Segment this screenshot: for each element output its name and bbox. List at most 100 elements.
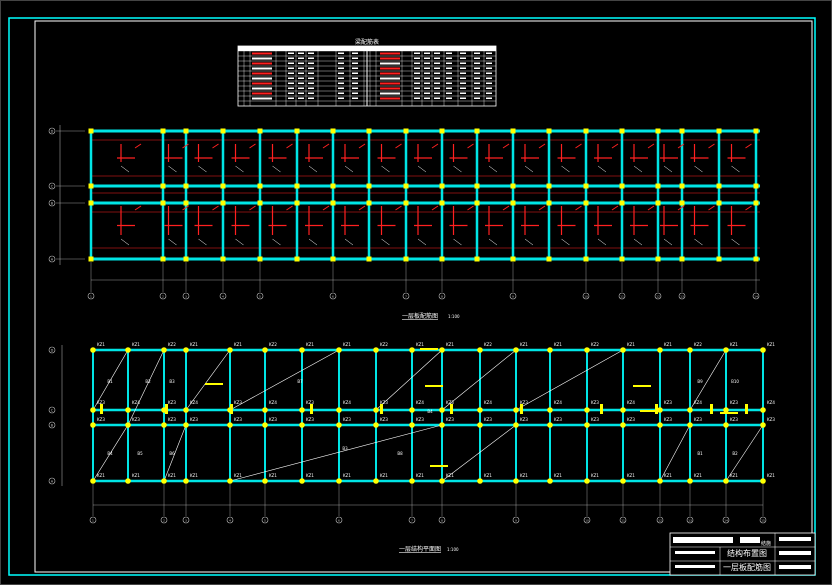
- axis-row-label: C: [51, 409, 54, 413]
- schedule-cell-text: [446, 92, 452, 94]
- schedule-cell-text: [424, 72, 430, 74]
- rebar-hook: [395, 205, 402, 211]
- schedule-cell-text: [414, 57, 420, 59]
- note-tag: [420, 348, 438, 350]
- column-marker: [547, 422, 553, 428]
- column-marker: [474, 256, 480, 262]
- axis-row-label: A: [51, 480, 54, 484]
- axis-col-label: 8: [441, 295, 443, 299]
- column-marker: [160, 200, 166, 206]
- column-marker: [753, 128, 759, 134]
- rebar-hook: [322, 205, 330, 211]
- schedule-cell-text: [308, 62, 314, 64]
- schedule-cell-text: [424, 97, 430, 99]
- schedule-cell-text: [338, 97, 344, 99]
- column-marker: [88, 183, 94, 189]
- column-marker: [546, 183, 552, 189]
- schedule-cell-text: [434, 52, 440, 54]
- schedule-cell-text: [460, 57, 466, 59]
- column-label: KZ2: [484, 342, 492, 347]
- column-label: KZ4: [132, 400, 140, 405]
- schedule-cell-text: [298, 72, 304, 74]
- column-marker: [227, 407, 233, 413]
- rebar-leader: [694, 238, 703, 246]
- schedule-cell-mark: [380, 62, 400, 65]
- column-marker: [373, 422, 379, 428]
- column-marker: [687, 478, 693, 484]
- schedule-cell-text: [308, 87, 314, 89]
- column-marker: [227, 347, 233, 353]
- column-label: KZ1: [306, 473, 314, 478]
- column-marker: [183, 256, 189, 262]
- axis-row-label: C: [51, 185, 54, 189]
- column-label: KZ2: [591, 342, 599, 347]
- beam-tag: [380, 404, 383, 414]
- rebar-leader: [524, 165, 534, 173]
- column-label: KZ1: [767, 342, 775, 347]
- schedule-title: 梁配筋表: [355, 38, 379, 46]
- schedule-cell-mark: [252, 72, 272, 75]
- column-label: KZ1: [484, 473, 492, 478]
- rebar-leader: [344, 165, 354, 173]
- column-label: KZ1: [416, 342, 424, 347]
- column-marker: [90, 422, 96, 428]
- column-marker: [439, 478, 445, 484]
- axis-col-label: 4: [229, 519, 231, 523]
- column-marker: [262, 347, 268, 353]
- column-marker: [294, 128, 300, 134]
- column-label: KZ4: [694, 400, 702, 405]
- rebar-hook: [538, 205, 546, 211]
- column-marker: [160, 128, 166, 134]
- column-label: KZ3: [380, 417, 388, 422]
- slab-label: B3: [342, 446, 348, 451]
- rebar-leader: [272, 165, 281, 173]
- column-marker: [409, 422, 415, 428]
- column-label: KZ1: [554, 473, 562, 478]
- schedule-cell-text: [424, 57, 430, 59]
- schedule-cell-text: [288, 62, 294, 64]
- column-label: KZ2: [269, 342, 277, 347]
- column-label: KZ1: [97, 342, 105, 347]
- schedule-cell-text: [288, 57, 294, 59]
- column-marker: [584, 407, 590, 413]
- column-marker: [583, 183, 589, 189]
- rebar-leader: [597, 238, 607, 246]
- schedule-cell-text: [434, 97, 440, 99]
- rebar-leader: [561, 165, 570, 173]
- rebar-hook: [249, 205, 256, 211]
- column-marker: [716, 256, 722, 262]
- column-marker: [513, 422, 519, 428]
- schedule-cell-text: [338, 67, 344, 69]
- column-marker: [619, 128, 625, 134]
- column-marker: [655, 128, 661, 134]
- rebar-hook: [286, 143, 293, 149]
- rebar-leader: [198, 238, 207, 246]
- column-marker: [257, 200, 263, 206]
- schedule-header: [238, 46, 496, 51]
- column-marker: [679, 200, 685, 206]
- rebar-hook: [575, 205, 582, 211]
- rebar-leader: [120, 238, 130, 246]
- rebar-leader: [488, 165, 498, 173]
- column-marker: [90, 407, 96, 413]
- column-label: KZ3: [694, 417, 702, 422]
- schedule-cell-text: [486, 57, 492, 59]
- axis-row-label: D: [51, 130, 54, 134]
- rebar-hook: [395, 143, 402, 149]
- column-marker: [257, 256, 263, 262]
- column-marker: [403, 183, 409, 189]
- column-marker: [160, 256, 166, 262]
- beam-tag: [745, 404, 748, 414]
- column-marker: [262, 422, 268, 428]
- column-marker: [723, 407, 729, 413]
- beam-tag: [520, 404, 523, 414]
- column-label: KZ4: [484, 400, 492, 405]
- column-label: KZ4: [269, 400, 277, 405]
- schedule-cell-text: [446, 52, 452, 54]
- axis-col-label: 2: [162, 295, 164, 299]
- column-marker: [510, 183, 516, 189]
- schedule-cell-text: [486, 72, 492, 74]
- schedule-cell-text: [298, 77, 304, 79]
- schedule-cell-mark: [380, 77, 400, 80]
- column-label: KZ3: [484, 417, 492, 422]
